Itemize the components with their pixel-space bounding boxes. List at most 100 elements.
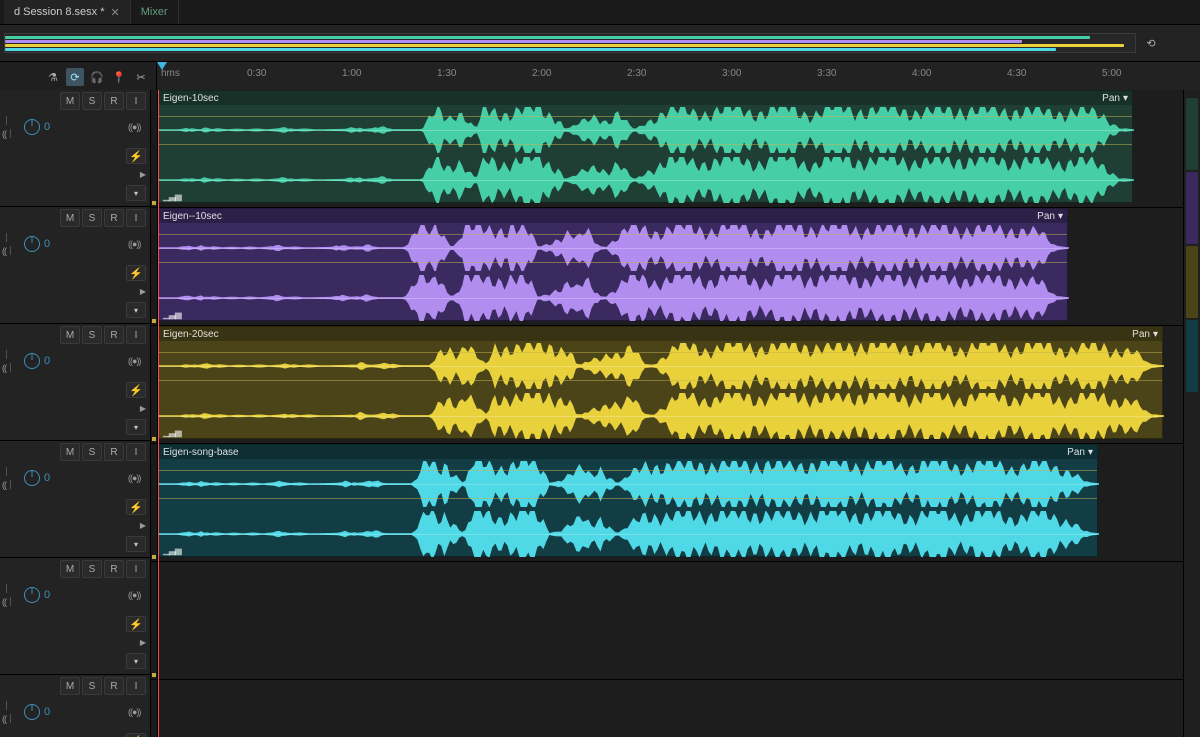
s-button[interactable]: S <box>82 560 102 578</box>
r-button[interactable]: R <box>104 209 124 227</box>
mixer-tab[interactable]: Mixer <box>131 0 179 24</box>
meter-gutter <box>151 90 158 737</box>
ruler-tick: 0:30 <box>247 68 266 79</box>
overview-clip-bar <box>5 44 1124 47</box>
m-button[interactable]: M <box>60 92 80 110</box>
i-button[interactable]: I <box>126 92 146 110</box>
fx-button[interactable]: ⚡ <box>126 616 146 632</box>
stereo-icon: ｜((｜ <box>2 348 20 374</box>
volume-knob[interactable] <box>24 353 40 369</box>
r-button[interactable]: R <box>104 443 124 461</box>
r-button[interactable]: R <box>104 677 124 695</box>
track-lane[interactable]: Eigen--10secPan ▾▁▃▅ <box>158 208 1183 326</box>
document-tabs: d Session 8.sesx * ✕ Mixer <box>0 0 1200 25</box>
volume-knob[interactable] <box>24 470 40 486</box>
r-button[interactable]: R <box>104 326 124 344</box>
clip-name: Eigen-20sec <box>163 329 219 340</box>
overview-track[interactable] <box>4 33 1136 53</box>
clip-pan-dropdown[interactable]: Pan ▾ <box>1132 329 1158 340</box>
s-button[interactable]: S <box>82 209 102 227</box>
headphones-icon[interactable]: 🎧 <box>88 68 106 86</box>
s-button[interactable]: S <box>82 443 102 461</box>
m-button[interactable]: M <box>60 326 80 344</box>
output-dropdown[interactable]: ▾ <box>126 419 146 435</box>
track-header[interactable]: MSRI｜((｜0((●))⚡▶▾ <box>0 441 150 558</box>
level-icon: ▁▃▅ <box>163 427 181 438</box>
track-meter <box>151 326 157 444</box>
fx-button[interactable]: ⚡ <box>126 148 146 164</box>
session-tab[interactable]: d Session 8.sesx * ✕ <box>4 0 131 24</box>
output-dropdown[interactable]: ▾ <box>126 653 146 669</box>
track-header[interactable]: MSRI｜((｜0((●))⚡▶▾ <box>0 558 150 675</box>
volume-knob[interactable] <box>24 236 40 252</box>
r-button[interactable]: R <box>104 92 124 110</box>
ruler-tick: 1:00 <box>342 68 361 79</box>
audio-clip[interactable]: Eigen-20sec Pan ▾ ▁▃▅ <box>158 326 1163 439</box>
track-header[interactable]: MSRI｜((｜0((●))⚡▶▾ <box>0 324 150 441</box>
output-dropdown[interactable]: ▾ <box>126 302 146 318</box>
level-icon: ▁▃▅ <box>163 309 181 320</box>
send-arrow-icon[interactable]: ▶ <box>140 170 146 179</box>
audio-clip[interactable]: Eigen--10secPan ▾▁▃▅ <box>158 208 1068 321</box>
ruler-tick: 1:30 <box>437 68 456 79</box>
r-button[interactable]: R <box>104 560 124 578</box>
audio-clip[interactable]: Eigen-song-basePan ▾▁▃▅ <box>158 444 1098 557</box>
scrollbar-clip-indicator <box>1186 98 1198 170</box>
track-lane[interactable]: Eigen-20sec Pan ▾ ▁▃▅ <box>158 326 1183 444</box>
vertical-scrollbar[interactable] <box>1183 90 1200 737</box>
timeline-overview[interactable]: ⟲ <box>0 25 1200 62</box>
fx-button[interactable]: ⚡ <box>126 733 146 737</box>
track-header[interactable]: MSRI｜((｜0((●))⚡▶▾ <box>0 90 150 207</box>
pan-icon: ((●)) <box>128 239 146 249</box>
fx-tool-icon[interactable]: ⚗ <box>44 68 62 86</box>
output-dropdown[interactable]: ▾ <box>126 536 146 552</box>
fx-button[interactable]: ⚡ <box>126 382 146 398</box>
fx-button[interactable]: ⚡ <box>126 265 146 281</box>
track-header[interactable]: MSRI｜((｜0((●))⚡▶▾ <box>0 207 150 324</box>
cut-tool-icon[interactable]: ✂ <box>132 68 150 86</box>
close-icon[interactable]: ✕ <box>111 6 120 19</box>
s-button[interactable]: S <box>82 326 102 344</box>
pin-tool-icon[interactable]: 📍 <box>110 68 128 86</box>
output-dropdown[interactable]: ▾ <box>126 185 146 201</box>
track-lane[interactable]: Eigen-song-basePan ▾▁▃▅ <box>158 444 1183 562</box>
i-button[interactable]: I <box>126 560 146 578</box>
fx-button[interactable]: ⚡ <box>126 499 146 515</box>
clip-pan-dropdown[interactable]: Pan ▾ <box>1037 211 1063 222</box>
m-button[interactable]: M <box>60 209 80 227</box>
send-arrow-icon[interactable]: ▶ <box>140 287 146 296</box>
clip-lanes[interactable]: Eigen-10secPan ▾▁▃▅Eigen--10secPan ▾▁▃▅E… <box>158 90 1183 737</box>
ruler-tick: 2:30 <box>627 68 646 79</box>
i-button[interactable]: I <box>126 443 146 461</box>
track-lane[interactable] <box>158 680 1183 737</box>
m-button[interactable]: M <box>60 443 80 461</box>
snap-tool-icon[interactable]: ⟳ <box>66 68 84 86</box>
track-lane[interactable]: Eigen-10secPan ▾▁▃▅ <box>158 90 1183 208</box>
send-arrow-icon[interactable]: ▶ <box>140 521 146 530</box>
send-arrow-icon[interactable]: ▶ <box>140 404 146 413</box>
stereo-icon: ｜((｜ <box>2 465 20 491</box>
i-button[interactable]: I <box>126 209 146 227</box>
overview-clip-bar <box>5 40 1022 43</box>
time-ruler[interactable]: hms 0:301:001:302:002:303:003:304:004:30… <box>157 62 1200 92</box>
volume-knob[interactable] <box>24 119 40 135</box>
clip-pan-dropdown[interactable]: Pan ▾ <box>1067 447 1093 458</box>
track-header[interactable]: MSRI｜((｜0((●))⚡▶▾ <box>0 675 150 737</box>
s-button[interactable]: S <box>82 677 102 695</box>
overview-clip-bar <box>5 48 1056 51</box>
pan-icon: ((●)) <box>128 122 146 132</box>
volume-knob[interactable] <box>24 704 40 720</box>
track-lane[interactable] <box>158 562 1183 680</box>
m-button[interactable]: M <box>60 560 80 578</box>
clip-pan-dropdown[interactable]: Pan ▾ <box>1102 93 1128 104</box>
zoom-reset-icon[interactable]: ⟲ <box>1142 34 1160 52</box>
audio-clip[interactable]: Eigen-10secPan ▾▁▃▅ <box>158 90 1133 203</box>
m-button[interactable]: M <box>60 677 80 695</box>
send-arrow-icon[interactable]: ▶ <box>140 638 146 647</box>
volume-knob[interactable] <box>24 587 40 603</box>
pan-icon: ((●)) <box>128 356 146 366</box>
s-button[interactable]: S <box>82 92 102 110</box>
playhead-handle[interactable] <box>157 62 167 72</box>
i-button[interactable]: I <box>126 326 146 344</box>
i-button[interactable]: I <box>126 677 146 695</box>
